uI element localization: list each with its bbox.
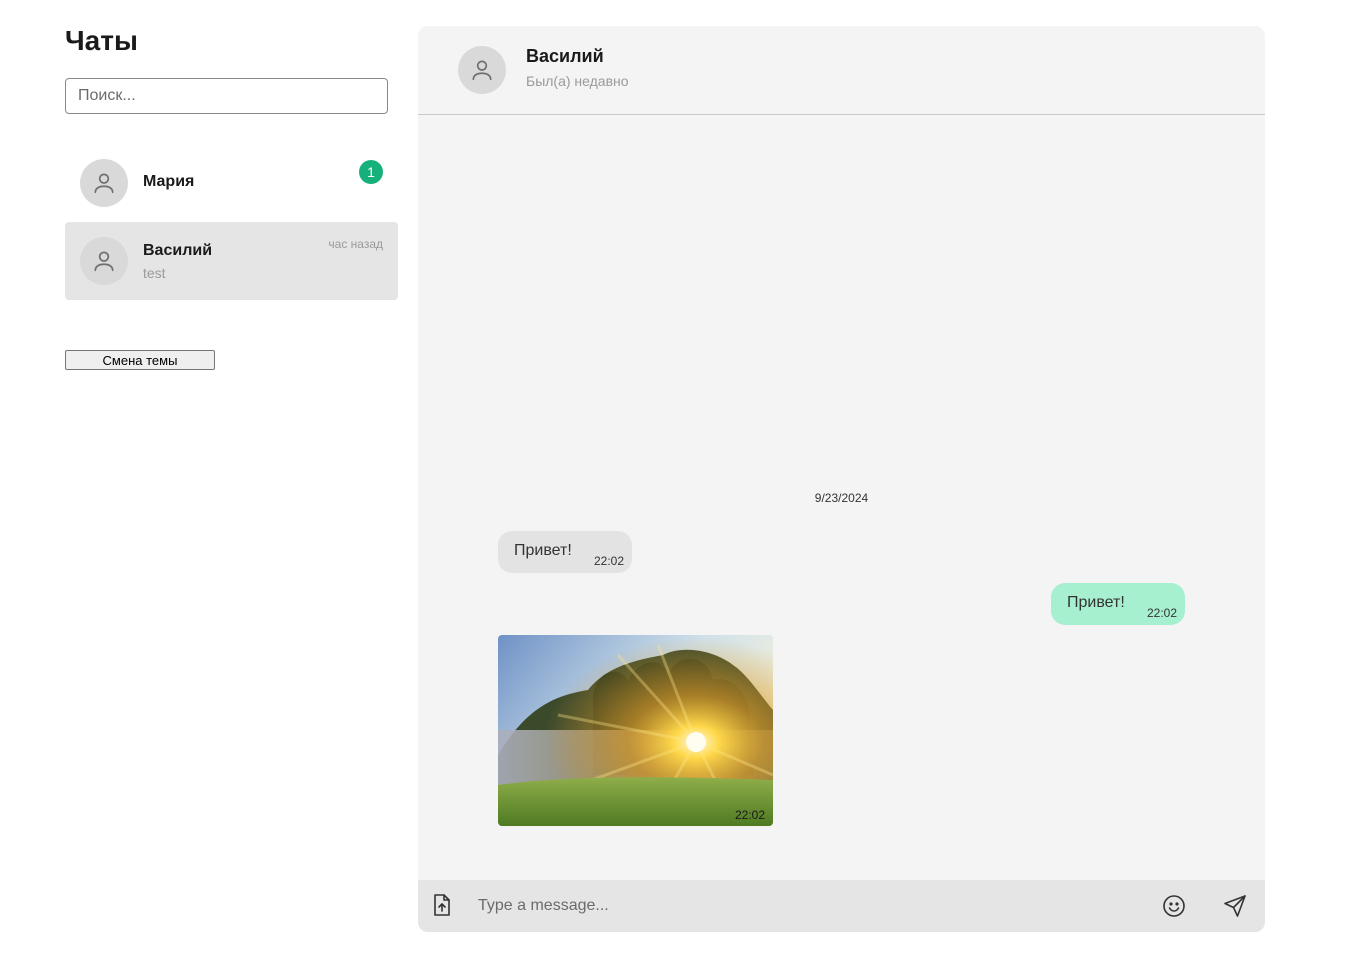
attach-file-icon[interactable] [431,893,453,917]
message-time: 22:02 [734,808,765,822]
chat-item-time: час назад [328,237,383,251]
user-icon [94,173,114,194]
chat-panel: Василий Был(а) недавно 9/23/2024 Привет!… [418,26,1265,932]
photo-sunrise-forest [498,635,773,826]
chat-item-preview: test [143,265,166,281]
chat-header: Василий Был(а) недавно [418,26,1265,115]
message-composer [418,880,1265,932]
sidebar: Чаты Мария 1 Василий test час назад Смен… [65,25,398,370]
user-icon [472,60,492,81]
message-time: 22:02 [593,554,624,568]
user-icon [94,251,114,272]
date-separator: 9/23/2024 [814,491,869,505]
message-bubble-incoming[interactable]: Привет! 22:02 [498,531,632,573]
theme-toggle-button[interactable]: Смена темы [65,350,215,370]
chat-item-name: Мария [143,173,195,190]
contact-name: Василий [526,46,604,66]
message-text: Привет! [514,542,572,559]
message-bubble-outgoing[interactable]: Привет! 22:02 [1051,583,1185,625]
message-time: 22:02 [1146,606,1177,620]
message-input[interactable] [478,892,1138,920]
image-message[interactable]: 22:02 [498,635,773,826]
message-text: Привет! [1067,594,1125,611]
sidebar-title: Чаты [65,25,138,56]
unread-badge: 1 [359,160,383,184]
avatar [80,159,128,207]
chat-list: Мария 1 Василий test час назад [65,144,398,300]
send-icon[interactable] [1223,894,1247,918]
avatar [80,237,128,285]
emoji-icon[interactable] [1162,894,1186,918]
contact-avatar[interactable] [458,46,506,94]
search-input[interactable] [65,78,388,114]
contact-status: Был(а) недавно [526,73,629,89]
chat-item-name: Василий [143,242,213,259]
chat-item-maria[interactable]: Мария 1 [65,144,398,222]
chat-item-vasiliy[interactable]: Василий test час назад [65,222,398,300]
